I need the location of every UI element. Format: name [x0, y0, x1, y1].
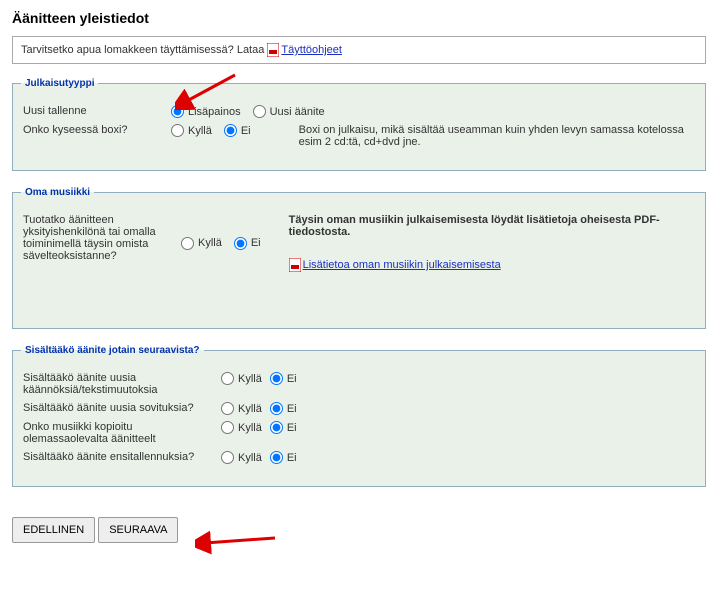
label-q2: Sisältääkö äänite uusia sovituksia?: [23, 402, 221, 414]
prev-button[interactable]: EDELLINEN: [12, 517, 95, 543]
radio-q3-no-input[interactable]: [270, 421, 283, 434]
button-bar: EDELLINEN SEURAAVA: [12, 517, 706, 543]
pdf-icon: [289, 258, 301, 272]
radio-boxi-yes-input[interactable]: [171, 124, 184, 137]
radio-q1-no[interactable]: Ei: [270, 372, 297, 385]
radio-oma-yes-label: Kyllä: [198, 237, 222, 249]
radio-q3-yes[interactable]: Kyllä: [221, 421, 262, 434]
radio-q1-no-label: Ei: [287, 373, 297, 385]
radio-q4-yes-label: Kyllä: [238, 452, 262, 464]
radio-boxi-no-input[interactable]: [224, 124, 237, 137]
radio-q4-no-input[interactable]: [270, 451, 283, 464]
legend-sisaltaa: Sisältääkö äänite jotain seuraavista?: [21, 345, 204, 356]
radio-uusi-aanite-label: Uusi äänite: [270, 106, 325, 118]
radio-oma-no[interactable]: Ei: [234, 237, 261, 250]
oma-pdf-link[interactable]: Lisätietoa oman musiikin julkaisemisesta: [303, 259, 501, 271]
label-boxi: Onko kyseessä boxi?: [23, 124, 171, 136]
label-oma-musiikki: Tuotatko äänitteen yksityishenkilönä tai…: [23, 214, 181, 262]
radio-oma-yes-input[interactable]: [181, 237, 194, 250]
radio-q4-yes[interactable]: Kyllä: [221, 451, 262, 464]
radio-q3-yes-label: Kyllä: [238, 422, 262, 434]
radio-oma-yes[interactable]: Kyllä: [181, 237, 222, 250]
radio-boxi-yes-label: Kyllä: [188, 125, 212, 137]
next-button[interactable]: SEURAAVA: [98, 517, 178, 543]
radio-q1-yes-label: Kyllä: [238, 373, 262, 385]
radio-q2-yes-input[interactable]: [221, 402, 234, 415]
radio-q2-no-label: Ei: [287, 403, 297, 415]
radio-oma-no-input[interactable]: [234, 237, 247, 250]
radio-q4-no-label: Ei: [287, 452, 297, 464]
radio-uusi-aanite-input[interactable]: [253, 105, 266, 118]
help-link[interactable]: Täyttöohjeet: [281, 44, 342, 56]
label-uusi-tallenne: Uusi tallenne: [23, 105, 171, 117]
radio-q2-yes[interactable]: Kyllä: [221, 402, 262, 415]
help-box: Tarvitsetko apua lomakkeen täyttämisessä…: [12, 36, 706, 64]
radio-q1-yes-input[interactable]: [221, 372, 234, 385]
radio-q2-yes-label: Kyllä: [238, 403, 262, 415]
legend-julkaisutyyppi: Julkaisutyyppi: [21, 78, 98, 89]
radio-q2-no[interactable]: Ei: [270, 402, 297, 415]
radio-q3-yes-input[interactable]: [221, 421, 234, 434]
label-q3: Onko musiikki kopioitu olemassaolevalta …: [23, 421, 221, 445]
radio-q2-no-input[interactable]: [270, 402, 283, 415]
fieldset-julkaisutyyppi: Julkaisutyyppi Uusi tallenne Lisäpainos …: [12, 78, 706, 171]
page-title: Äänitteen yleistiedot: [12, 10, 706, 26]
help-text: Tarvitsetko apua lomakkeen täyttämisessä…: [21, 44, 267, 56]
label-q4: Sisältääkö äänite ensitallennuksia?: [23, 451, 221, 463]
radio-q4-no[interactable]: Ei: [270, 451, 297, 464]
radio-q1-yes[interactable]: Kyllä: [221, 372, 262, 385]
legend-oma-musiikki: Oma musiikki: [21, 187, 94, 198]
radio-boxi-no[interactable]: Ei: [224, 124, 251, 137]
fieldset-oma-musiikki: Oma musiikki Tuotatko äänitteen yksityis…: [12, 187, 706, 329]
fieldset-sisaltaa: Sisältääkö äänite jotain seuraavista? Si…: [12, 345, 706, 487]
oma-info-bold: Täysin oman musiikin julkaisemisesta löy…: [289, 214, 695, 238]
radio-boxi-yes[interactable]: Kyllä: [171, 124, 212, 137]
radio-lisapainos-input[interactable]: [171, 105, 184, 118]
radio-q4-yes-input[interactable]: [221, 451, 234, 464]
radio-boxi-no-label: Ei: [241, 125, 251, 137]
radio-q3-no[interactable]: Ei: [270, 421, 297, 434]
radio-lisapainos[interactable]: Lisäpainos: [171, 105, 241, 118]
radio-q1-no-input[interactable]: [270, 372, 283, 385]
label-q1: Sisältääkö äänite uusia käännöksiä/tekst…: [23, 372, 221, 396]
radio-uusi-aanite[interactable]: Uusi äänite: [253, 105, 325, 118]
radio-lisapainos-label: Lisäpainos: [188, 106, 241, 118]
radio-oma-no-label: Ei: [251, 237, 261, 249]
radio-q3-no-label: Ei: [287, 422, 297, 434]
boxi-info: Boxi on julkaisu, mikä sisältää useamman…: [299, 124, 695, 148]
pdf-icon: [267, 43, 279, 57]
